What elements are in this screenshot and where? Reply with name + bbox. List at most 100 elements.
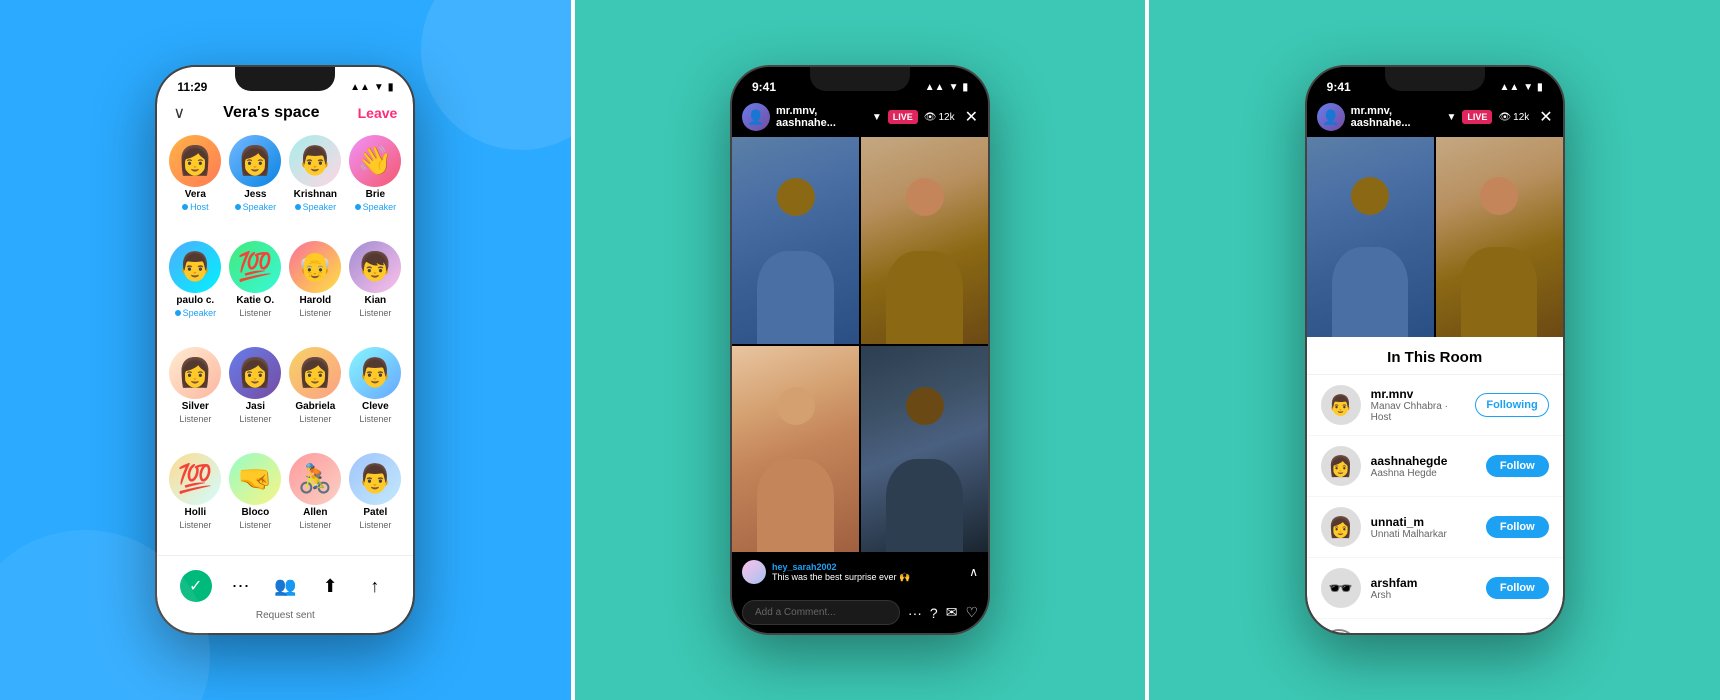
input-bar: Add a Comment... ··· ? ✉ ♡ bbox=[732, 592, 988, 633]
person-role: Listener bbox=[359, 520, 391, 530]
follow-button[interactable]: Follow bbox=[1486, 516, 1549, 538]
comment-input[interactable]: Add a Comment... bbox=[742, 600, 900, 625]
status-time-3: 9:41 bbox=[1327, 80, 1351, 94]
notch-3 bbox=[1385, 67, 1485, 91]
person-name: Jess bbox=[244, 189, 266, 200]
close-button-3[interactable]: ✕ bbox=[1539, 107, 1552, 127]
person-name: Vera bbox=[185, 189, 206, 200]
status-time-2: 9:41 bbox=[752, 80, 776, 94]
person-role: Listener bbox=[179, 520, 211, 530]
follow-button[interactable]: Follow bbox=[1486, 455, 1549, 477]
person-role: Listener bbox=[179, 414, 211, 424]
person-name: Kian bbox=[364, 295, 386, 306]
person-name: Patel bbox=[363, 507, 387, 518]
wifi-icon-3: ▼ bbox=[1523, 82, 1533, 93]
live-username-3: mr.mnv, aashnahe... bbox=[1351, 105, 1441, 129]
person-item: 🚴AllenListener bbox=[289, 453, 341, 551]
person-role: Speaker bbox=[175, 308, 217, 318]
person-role: Host bbox=[182, 202, 209, 212]
room-realname: Arsh bbox=[1371, 590, 1476, 601]
like-icon[interactable]: ♡ bbox=[965, 604, 978, 621]
avatar: 👦 bbox=[349, 241, 401, 293]
screen-1: 11:29 ▲▲ ▼ ▮ ∨ Vera's space Leave 👩VeraH… bbox=[157, 67, 413, 633]
comment-bar: hey_sarah2002 This was the best surprise… bbox=[732, 552, 988, 592]
video-cell-1 bbox=[732, 137, 859, 344]
dm-icon[interactable]: ✉ bbox=[946, 604, 958, 621]
signal-icon-2: ▲▲ bbox=[925, 82, 945, 93]
avatar: 💯 bbox=[229, 241, 281, 293]
person-name: Allen bbox=[303, 507, 327, 518]
avatar: 👩 bbox=[169, 135, 221, 187]
video-person-2 bbox=[861, 137, 988, 344]
video-top-person-1 bbox=[1307, 137, 1434, 337]
input-actions: ··· ? ✉ ♡ bbox=[908, 604, 978, 621]
help-icon[interactable]: ? bbox=[930, 605, 938, 621]
video-cell-4 bbox=[861, 346, 988, 553]
person-item: 👨KrishnanSpeaker bbox=[289, 135, 341, 233]
video-person-1 bbox=[732, 137, 859, 344]
comment-content: hey_sarah2002 This was the best surprise… bbox=[772, 562, 963, 583]
person-item: 🤜BlocoListener bbox=[229, 453, 281, 551]
chevron-icon-3: ▼ bbox=[1447, 112, 1457, 123]
status-icons-2: ▲▲ ▼ ▮ bbox=[925, 82, 968, 93]
chevron-down-icon[interactable]: ∨ bbox=[173, 103, 185, 123]
battery-icon-2: ▮ bbox=[962, 82, 968, 93]
live-badge: LIVE bbox=[888, 110, 918, 124]
viewer-count-3: 👁 12k bbox=[1498, 112, 1529, 123]
person-role: Listener bbox=[239, 414, 271, 424]
people-grid: 👩VeraHost👩JessSpeaker👨KrishnanSpeaker👋Br… bbox=[157, 131, 413, 555]
person-name: Krishnan bbox=[294, 189, 337, 200]
live-header: 👤 mr.mnv, aashnahe... ▼ LIVE 👁 12k ✕ bbox=[732, 99, 988, 137]
comment-expand-icon[interactable]: ∧ bbox=[969, 565, 978, 579]
room-username: aashnahegde bbox=[1371, 454, 1476, 468]
person-name: Harold bbox=[299, 295, 331, 306]
request-to-join[interactable]: Request to Join bbox=[1307, 619, 1563, 633]
person-item: 👨CleveListener bbox=[349, 347, 401, 445]
battery-icon-3: ▮ bbox=[1537, 82, 1543, 93]
room-realname: Unnati Malharkar bbox=[1371, 529, 1476, 540]
following-button[interactable]: Following bbox=[1475, 393, 1548, 417]
commenter-name: hey_sarah2002 bbox=[772, 562, 963, 572]
room-person-info: unnati_mUnnati Malharkar bbox=[1371, 515, 1476, 540]
room-person-info: arshfamArsh bbox=[1371, 576, 1476, 601]
bottom-bar: ✓ ⋯ 👥 ⬆ ↑ Request sent bbox=[157, 555, 413, 633]
video-cell-2 bbox=[861, 137, 988, 344]
share-icon[interactable]: ↑ bbox=[359, 570, 391, 602]
leave-button[interactable]: Leave bbox=[358, 105, 398, 121]
room-people-list: 👨mr.mnvManav Chhabra · HostFollowing👩aas… bbox=[1307, 375, 1563, 619]
status-time-1: 11:29 bbox=[177, 80, 207, 94]
room-person-item: 👨mr.mnvManav Chhabra · HostFollowing bbox=[1307, 375, 1563, 436]
room-realname: Manav Chhabra · Host bbox=[1371, 401, 1466, 423]
status-icons-1: ▲▲ ▼ ▮ bbox=[350, 82, 393, 93]
person-item: 💯HolliListener bbox=[169, 453, 221, 551]
person-name: Bloco bbox=[241, 507, 269, 518]
video-top-2 bbox=[1436, 137, 1563, 337]
battery-icon: ▮ bbox=[388, 82, 394, 93]
room-username: arshfam bbox=[1371, 576, 1476, 590]
add-icon[interactable]: ⬆ bbox=[314, 570, 346, 602]
wifi-icon-2: ▼ bbox=[949, 82, 959, 93]
room-person-info: mr.mnvManav Chhabra · Host bbox=[1371, 387, 1466, 423]
host-avatar-3: 👤 bbox=[1317, 103, 1345, 131]
avatar: 🤜 bbox=[229, 453, 281, 505]
person-role: Listener bbox=[299, 308, 331, 318]
room-username: mr.mnv bbox=[1371, 387, 1466, 401]
video-grid-top bbox=[1307, 137, 1563, 337]
more-options-icon[interactable]: ··· bbox=[908, 605, 922, 621]
follow-button[interactable]: Follow bbox=[1486, 577, 1549, 599]
avatar: 👨 bbox=[169, 241, 221, 293]
people-icon[interactable]: 👥 bbox=[269, 570, 301, 602]
eye-icon-3: 👁 bbox=[1498, 112, 1511, 123]
video-person-4 bbox=[861, 346, 988, 553]
close-button[interactable]: ✕ bbox=[965, 107, 978, 127]
screen-2: 9:41 ▲▲ ▼ ▮ 👤 mr.mnv, aashnahe... ▼ LIVE… bbox=[732, 67, 988, 633]
room-avatar: 👩 bbox=[1321, 507, 1361, 547]
notch-2 bbox=[810, 67, 910, 91]
room-panel: In This Room 👨mr.mnvManav Chhabra · Host… bbox=[1307, 337, 1563, 633]
avatar: 👨 bbox=[289, 135, 341, 187]
person-item: 👩 Vera Host bbox=[169, 135, 221, 233]
room-person-info: aashnahegdeAashna Hegde bbox=[1371, 454, 1476, 479]
chat-icon[interactable]: ⋯ bbox=[225, 570, 257, 602]
eye-icon: 👁 bbox=[924, 112, 937, 123]
chevron-icon: ▼ bbox=[872, 112, 882, 123]
